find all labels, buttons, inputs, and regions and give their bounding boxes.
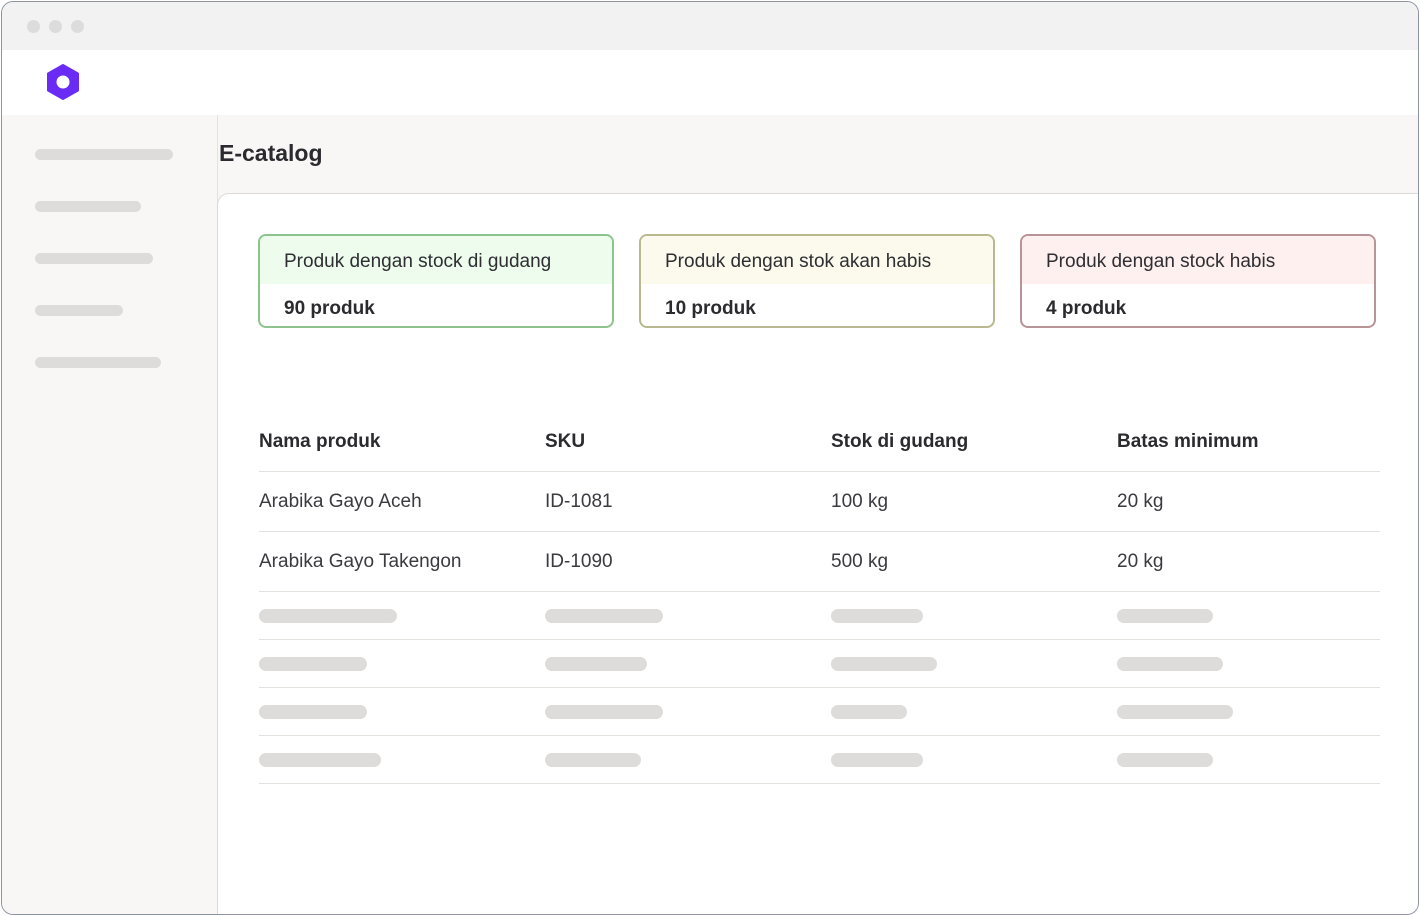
cell-placeholder: [1117, 657, 1223, 671]
cell-placeholder: [831, 753, 923, 767]
divider: [259, 639, 1380, 640]
summary-card-in-stock[interactable]: Produk dengan stock di gudang 90 produk: [258, 234, 614, 328]
cell-placeholder: [545, 609, 663, 623]
sidebar-item-placeholder[interactable]: [35, 305, 123, 316]
summary-card-value: 4 produk: [1046, 298, 1127, 319]
summary-card-title: Produk dengan stok akan habis: [641, 236, 993, 284]
summary-card-title: Produk dengan stock di gudang: [260, 236, 612, 284]
cell-minimum: 20 kg: [1117, 551, 1164, 572]
divider: [259, 591, 1380, 592]
sidebar-item-placeholder[interactable]: [35, 149, 173, 160]
cell-placeholder: [545, 753, 641, 767]
app-window: E-catalog Produk dengan stock di gudang …: [1, 1, 1419, 915]
title-bar: [2, 2, 1418, 50]
column-header-sku[interactable]: SKU: [545, 431, 585, 453]
cell-stock: 100 kg: [831, 491, 889, 512]
cell-sku: ID-1090: [545, 551, 613, 572]
app-header: [2, 50, 1418, 115]
sidebar: [2, 115, 218, 914]
cell-product-name: Arabika Gayo Takengon: [259, 551, 462, 572]
cell-placeholder: [545, 657, 647, 671]
sidebar-item-placeholder[interactable]: [35, 201, 141, 212]
cell-placeholder: [831, 705, 907, 719]
page-title: E-catalog: [219, 140, 323, 166]
cell-placeholder: [259, 609, 397, 623]
window-close-control[interactable]: [27, 20, 40, 33]
sidebar-item-placeholder[interactable]: [35, 253, 153, 264]
cell-placeholder: [259, 753, 381, 767]
divider: [259, 687, 1380, 688]
divider: [259, 531, 1380, 532]
column-header-minimum[interactable]: Batas minimum: [1117, 431, 1258, 453]
cell-placeholder: [1117, 609, 1213, 623]
cell-placeholder: [831, 609, 923, 623]
summary-card-title: Produk dengan stock habis: [1022, 236, 1374, 284]
summary-card-value: 90 produk: [284, 298, 375, 319]
content-panel: Produk dengan stock di gudang 90 produk …: [217, 193, 1418, 914]
cell-placeholder: [1117, 753, 1213, 767]
cell-placeholder: [831, 657, 937, 671]
summary-card-low-stock[interactable]: Produk dengan stok akan habis 10 produk: [639, 234, 995, 328]
cell-placeholder: [1117, 705, 1233, 719]
cell-product-name: Arabika Gayo Aceh: [259, 491, 422, 512]
divider: [259, 735, 1380, 736]
divider: [259, 783, 1380, 784]
cell-placeholder: [545, 705, 663, 719]
cell-minimum: 20 kg: [1117, 491, 1164, 512]
hexagon-logo-icon[interactable]: [44, 63, 82, 101]
column-header-product-name[interactable]: Nama produk: [259, 431, 380, 453]
divider: [259, 471, 1380, 472]
column-header-stock[interactable]: Stok di gudang: [831, 431, 968, 453]
summary-card-value: 10 produk: [665, 298, 756, 319]
sidebar-item-placeholder[interactable]: [35, 357, 161, 368]
cell-stock: 500 kg: [831, 551, 889, 572]
window-maximize-control[interactable]: [71, 20, 84, 33]
cell-sku: ID-1081: [545, 491, 613, 512]
cell-placeholder: [259, 657, 367, 671]
window-minimize-control[interactable]: [49, 20, 62, 33]
cell-placeholder: [259, 705, 367, 719]
summary-card-out-of-stock[interactable]: Produk dengan stock habis 4 produk: [1020, 234, 1376, 328]
